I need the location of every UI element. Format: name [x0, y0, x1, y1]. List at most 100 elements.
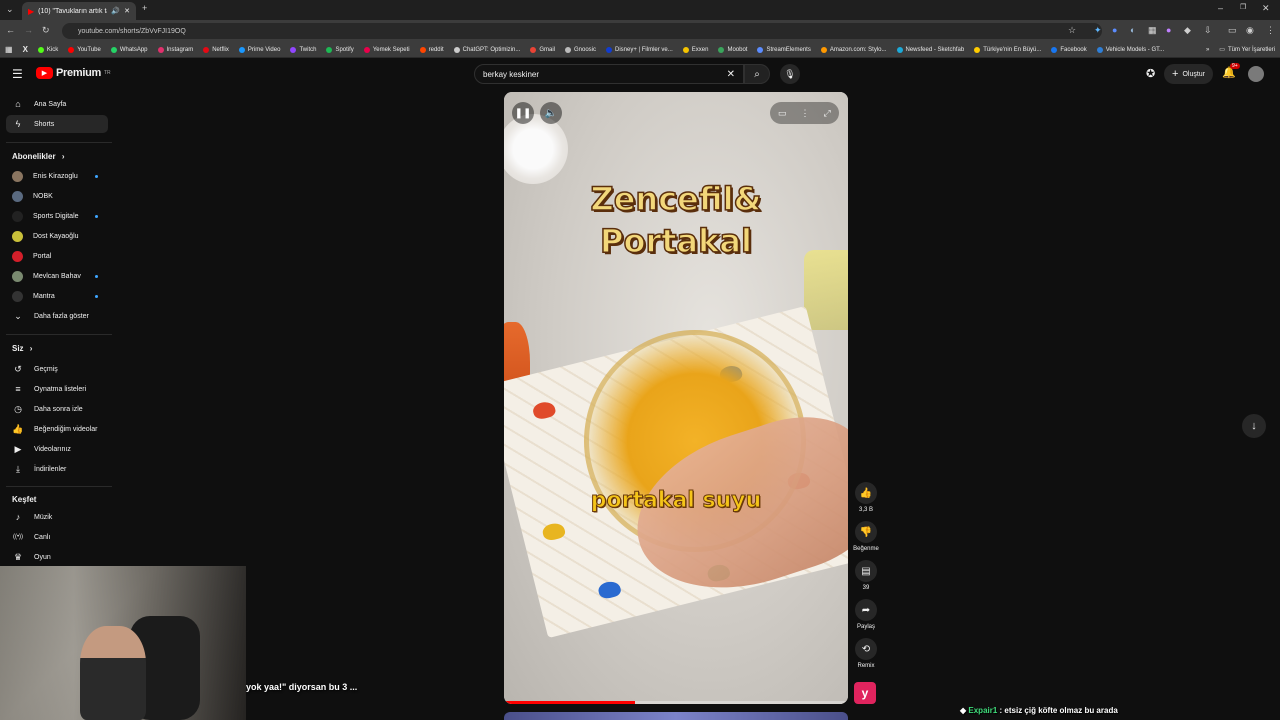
bookmark-item[interactable]: Twitch — [285, 46, 321, 53]
cast-icon[interactable]: ✪ — [1146, 67, 1155, 80]
more-options-icon[interactable]: ⋮ — [801, 108, 810, 119]
sidebar-subscription-item[interactable]: Sports Digitale — [6, 207, 108, 225]
bookmark-item[interactable]: Netflix — [198, 46, 234, 53]
bookmark-item[interactable]: Spotify — [321, 46, 358, 53]
browser-menu-icon[interactable]: ⋮ — [1266, 25, 1275, 36]
sidebar-you-item[interactable]: ≡ Oynatma listeleri — [6, 380, 108, 398]
bookmark-item[interactable]: Instagram — [153, 46, 199, 53]
apps-icon[interactable]: ▦ — [0, 45, 18, 54]
sidebar-you-item[interactable]: ◷ Daha sonra izle — [6, 400, 108, 418]
sidebar-explore-item[interactable]: ♛ Oyun — [6, 548, 108, 566]
bookmark-item[interactable]: Gmail — [525, 46, 560, 53]
subscription-label: Dost Kayaoğlu — [33, 232, 79, 240]
share-action[interactable]: ➦ Paylaş — [852, 599, 880, 630]
extension-icon[interactable]: ◐ — [1130, 25, 1135, 35]
menu-hamburger-icon[interactable]: ☰ — [12, 67, 23, 81]
bookmark-item[interactable]: StreamElements — [752, 46, 815, 53]
tab-audio-icon[interactable]: 🔊 — [111, 7, 120, 15]
shorts-player[interactable]: Zencefil& Portakal portakal suyu ❚❚ 🔈 ▭ … — [504, 92, 848, 704]
bookmark-item[interactable]: Newsfeed - Sketchfab — [892, 46, 970, 53]
notifications-button[interactable]: 🔔 9+ — [1222, 63, 1240, 79]
channel-avatar[interactable]: y — [854, 682, 876, 704]
search-input[interactable]: berkay keskiner ✕ — [474, 64, 744, 84]
fullscreen-icon[interactable]: ⤢ — [824, 108, 831, 119]
bookmark-favicon-icon — [363, 46, 370, 53]
captions-icon[interactable]: ▭ — [778, 108, 787, 119]
sidebar-divider — [6, 334, 112, 335]
sidebar-you-item[interactable]: 👍 Beğendiğim videolar — [6, 420, 108, 438]
bookmark-item[interactable]: Türkiye'nin En Büyü... — [969, 46, 1046, 53]
forward-icon[interactable]: → — [24, 25, 33, 35]
bookmark-item[interactable]: Amazon.com: Stylo... — [816, 46, 892, 53]
bookmark-item[interactable]: reddit — [415, 46, 449, 53]
sidebar-item-home[interactable]: ⌂ Ana Sayfa — [6, 95, 108, 113]
bookmark-item[interactable]: WhatsApp — [106, 46, 153, 53]
all-bookmarks[interactable]: ▭ Tüm Yer İşaretleri — [1214, 46, 1280, 54]
volume-button[interactable]: 🔈 — [540, 102, 562, 124]
browser-tab-active[interactable]: ▶ (10) "Tavukların artık taze... 🔊 ✕ — [22, 2, 136, 20]
bookmark-star-icon[interactable]: ☆ — [1068, 25, 1076, 36]
profile-icon[interactable]: ◉ — [1246, 25, 1254, 36]
reload-icon[interactable]: ↻ — [42, 25, 50, 36]
next-short-preview[interactable] — [504, 712, 848, 720]
download-toolbar-icon[interactable]: ⇩ — [1204, 25, 1212, 36]
back-icon[interactable]: ← — [6, 25, 15, 35]
video-icon: ▶ — [14, 443, 22, 454]
bookmark-item[interactable]: Yemek Sepeti — [359, 46, 415, 53]
bookmark-item[interactable]: Kick — [33, 46, 63, 53]
sidepanel-icon[interactable]: ▭ — [1228, 25, 1237, 36]
new-tab-icon[interactable]: + — [142, 3, 147, 13]
sidebar-show-more[interactable]: ⌄ Daha fazla göster — [6, 307, 108, 325]
extension-icon[interactable]: ● — [1166, 25, 1171, 35]
dislike-action[interactable]: 👎 Beğenme — [852, 521, 880, 552]
next-short-button[interactable]: ↓ — [1242, 414, 1266, 438]
address-bar[interactable]: youtube.com/shorts/ZbVvFJI19OQ — [62, 23, 1102, 39]
voice-search-button[interactable]: 🎙 — [780, 64, 800, 84]
extensions-puzzle-icon[interactable]: ◆ — [1184, 25, 1191, 36]
x-icon[interactable]: X — [18, 45, 33, 54]
sidebar-you-item[interactable]: ↺ Geçmiş — [6, 360, 108, 378]
you-heading[interactable]: Siz › — [12, 344, 32, 353]
bookmark-item[interactable]: YouTube — [63, 46, 106, 53]
extension-icon[interactable]: ▦ — [1148, 25, 1157, 36]
create-button[interactable]: + Oluştur — [1164, 64, 1213, 84]
bookmark-item[interactable]: Gnoosic — [560, 46, 601, 53]
bookmark-item[interactable]: Facebook — [1046, 46, 1091, 53]
like-action[interactable]: 👍 3,3 B — [852, 482, 880, 513]
sidebar-subscription-item[interactable]: Dost Kayaoğlu — [6, 227, 108, 245]
bookmark-item[interactable]: Vehicle Models - GT... — [1092, 46, 1169, 53]
subscriptions-heading[interactable]: Abonelikler › — [12, 152, 64, 161]
subscription-label: Mevlcan Bahav — [33, 272, 81, 280]
sidebar-subscription-item[interactable]: Portal — [6, 247, 108, 265]
account-avatar[interactable] — [1248, 66, 1264, 82]
minimize-icon[interactable]: – — [1218, 3, 1223, 13]
extension-icon[interactable]: ● — [1112, 25, 1117, 35]
sidebar-you-item[interactable]: ▶ Videolarınız — [6, 440, 108, 458]
maximize-icon[interactable]: ❐ — [1240, 3, 1246, 11]
sidebar-subscription-item[interactable]: Mevlcan Bahav — [6, 267, 108, 285]
bookmark-item[interactable]: Prime Video — [234, 46, 286, 53]
bookmark-item[interactable]: Moobot — [713, 46, 752, 53]
comments-action[interactable]: ▤ 39 — [852, 560, 880, 591]
sidebar-subscription-item[interactable]: NOBK — [6, 187, 108, 205]
pause-button[interactable]: ❚❚ — [512, 102, 534, 124]
extension-icon[interactable]: ✦ — [1094, 25, 1102, 36]
search-button[interactable]: ⌕ — [744, 64, 770, 84]
sidebar-item-shorts[interactable]: ϟ Shorts — [6, 115, 108, 133]
sidebar-explore-item[interactable]: ((•)) Canlı — [6, 528, 108, 546]
bookmark-item[interactable]: Exxen — [678, 46, 714, 53]
bookmarks-overflow-icon[interactable]: » — [1201, 47, 1214, 53]
tab-close-icon[interactable]: ✕ — [124, 7, 130, 15]
bookmark-item[interactable]: Disney+ | Filmler ve... — [601, 46, 678, 53]
window-close-icon[interactable]: ✕ — [1262, 3, 1270, 14]
sidebar-explore-item[interactable]: ♪ Müzik — [6, 508, 108, 526]
remix-action[interactable]: ⟲ Remix — [852, 638, 880, 669]
sidebar-subscription-item[interactable]: Mantra — [6, 287, 108, 305]
tab-list-icon[interactable]: ⌄ — [6, 4, 14, 15]
bookmark-item[interactable]: ChatGPT: Optimizin... — [449, 46, 526, 53]
sidebar-subscription-item[interactable]: Enis Kirazoglu — [6, 167, 108, 185]
youtube-logo[interactable]: ▶ Premium TR — [36, 67, 111, 79]
sidebar-you-item[interactable]: ⤓ İndirilenler — [6, 460, 108, 478]
clear-search-icon[interactable]: ✕ — [727, 69, 735, 80]
progress-bar[interactable] — [504, 701, 848, 704]
